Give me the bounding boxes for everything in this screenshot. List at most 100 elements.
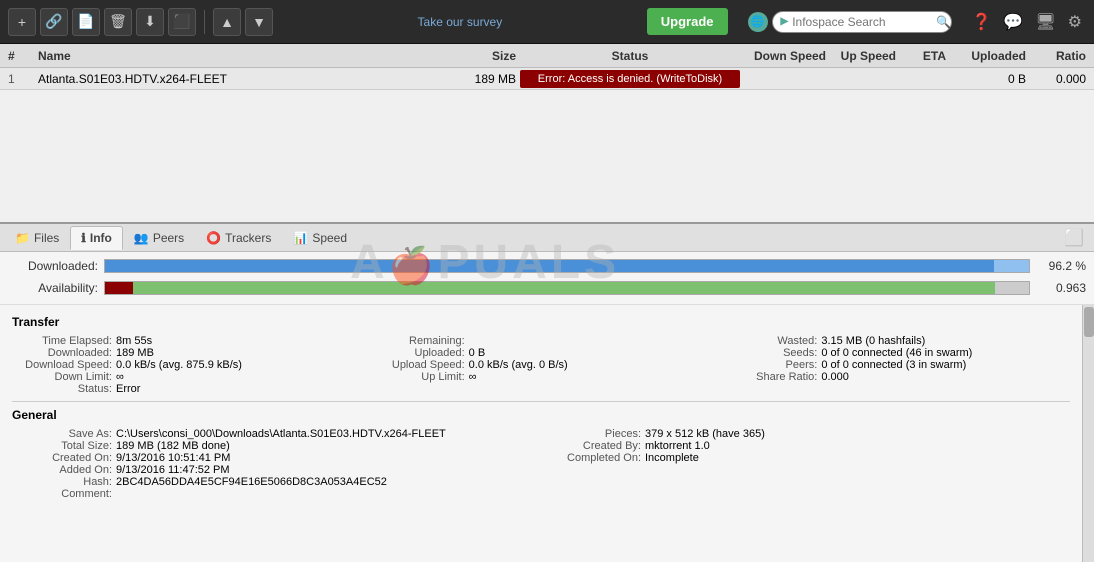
seeds-value: 0 of 0 connected (46 in swarm) [821, 347, 972, 359]
search-input[interactable] [792, 15, 932, 29]
completed-on-label: Completed On: [541, 452, 641, 464]
pause-button[interactable]: ⬛ [168, 8, 196, 36]
help-icon[interactable]: ❓ [968, 8, 996, 36]
tab-peers[interactable]: 👥 Peers [123, 226, 195, 250]
bottom-panel: 📁 Files ℹ Info 👥 Peers ⭕ Trackers 📊 Spee… [0, 224, 1094, 562]
availability-progress-bar [104, 281, 1030, 295]
comment-label: Comment: [12, 488, 112, 500]
col-header-size[interactable]: Size [440, 49, 520, 63]
info-panel-content: Transfer Time Elapsed: 8m 55s Downloaded… [0, 305, 1094, 562]
peers-label: Peers: [717, 359, 817, 371]
transfer-section: Transfer Time Elapsed: 8m 55s Downloaded… [12, 315, 1070, 395]
downloaded-value: 96.2 % [1036, 259, 1086, 273]
tab-files[interactable]: 📁 Files [4, 226, 70, 250]
search-icon[interactable]: 🔍 [936, 15, 951, 29]
col-header-up-speed[interactable]: Up Speed [830, 49, 900, 63]
pieces-label: Pieces: [541, 428, 641, 440]
add-button[interactable]: + [8, 8, 36, 36]
added-on-value: 9/13/2016 11:47:52 PM [116, 464, 230, 476]
down-limit-item: Down Limit: ∞ [12, 371, 365, 383]
tab-info[interactable]: ℹ Info [70, 226, 123, 250]
progress-section: Downloaded: 96.2 % Availability: 0.963 [0, 252, 1094, 305]
save-as-label: Save As: [12, 428, 112, 440]
transfer-title: Transfer [12, 315, 1070, 329]
monitor-icon[interactable]: 🖥 [1031, 8, 1059, 36]
toolbar: + 🔗 📄 🗑 ⬇ ⬛ ▲ ▼ Take our survey Upgrade … [0, 0, 1094, 44]
col-header-name[interactable]: Name [34, 49, 440, 63]
up-button[interactable]: ▲ [213, 8, 241, 36]
wasted-label: Wasted: [717, 335, 817, 347]
transfer-col3: Wasted: 3.15 MB (0 hashfails) Seeds: 0 o… [717, 335, 1070, 395]
created-on-label: Created On: [12, 452, 112, 464]
downloaded-progress-row: Downloaded: 96.2 % [8, 256, 1086, 276]
up-limit-item: Up Limit: ∞ [365, 371, 718, 383]
settings-icon[interactable]: ⚙ [1064, 8, 1086, 36]
save-as-value: C:\Users\consi_000\Downloads\Atlanta.S01… [116, 428, 446, 440]
chat-icon[interactable]: 💬 [999, 8, 1027, 36]
torrent-ratio: 0.000 [1030, 72, 1090, 86]
wasted-item: Wasted: 3.15 MB (0 hashfails) [717, 335, 1070, 347]
remaining-label: Remaining: [365, 335, 465, 347]
scroll-handle[interactable] [1084, 307, 1094, 337]
torrent-size: 189 MB [440, 72, 520, 86]
time-elapsed-item: Time Elapsed: 8m 55s [12, 335, 365, 347]
scrollbar[interactable] [1082, 305, 1094, 562]
tab-speed-label: Speed [312, 231, 347, 245]
col-header-ratio[interactable]: Ratio [1030, 49, 1090, 63]
col-header-uploaded[interactable]: Uploaded [950, 49, 1030, 63]
uploaded-value: 0 B [469, 347, 486, 359]
tab-speed[interactable]: 📊 Speed [282, 226, 358, 250]
remove-button[interactable]: 🗑 [104, 8, 132, 36]
comment-item: Comment: [12, 488, 541, 500]
added-on-label: Added On: [12, 464, 112, 476]
general-title: General [12, 408, 1070, 422]
info-icon: ℹ [81, 231, 86, 245]
upgrade-button[interactable]: Upgrade [647, 8, 728, 35]
peers-icon: 👥 [134, 231, 149, 245]
transfer-col2: Remaining: Uploaded: 0 B Upload Speed: 0… [365, 335, 718, 395]
survey-link[interactable]: Take our survey [418, 15, 503, 29]
availability-progress-row: Availability: 0.963 [8, 278, 1086, 298]
share-ratio-item: Share Ratio: 0.000 [717, 371, 1070, 383]
col-header-num[interactable]: # [4, 49, 34, 63]
download-button[interactable]: ⬇ [136, 8, 164, 36]
total-size-label: Total Size: [12, 440, 112, 452]
general-col1: Save As: C:\Users\consi_000\Downloads\At… [12, 428, 541, 500]
transfer-col1: Time Elapsed: 8m 55s Downloaded: 189 MB … [12, 335, 365, 395]
downloaded-progress-fill [105, 260, 994, 272]
table-header: # Name Size Status Down Speed Up Speed E… [0, 44, 1094, 68]
search-logo-text: ▶ [781, 16, 789, 27]
added-on-item: Added On: 9/13/2016 11:47:52 PM [12, 464, 541, 476]
hash-value: 2BC4DA56DDA4E5CF94E16E5066D8C3A053A4EC52 [116, 476, 387, 488]
share-ratio-value: 0.000 [821, 371, 849, 383]
add-link-button[interactable]: 🔗 [40, 8, 68, 36]
general-col2: Pieces: 379 x 512 kB (have 365) Created … [541, 428, 1070, 500]
expand-panel-button[interactable]: ⬜ [1058, 226, 1090, 250]
seeds-item: Seeds: 0 of 0 connected (46 in swarm) [717, 347, 1070, 359]
downloaded-value2: 189 MB [116, 347, 154, 359]
up-limit-label: Up Limit: [365, 371, 465, 383]
peers-item: Peers: 0 of 0 connected (3 in swarm) [717, 359, 1070, 371]
share-ratio-label: Share Ratio: [717, 371, 817, 383]
status-label: Status: [12, 383, 112, 395]
download-speed-item: Download Speed: 0.0 kB/s (avg. 875.9 kB/… [12, 359, 365, 371]
upload-speed-item: Upload Speed: 0.0 kB/s (avg. 0 B/s) [365, 359, 718, 371]
add-file-button[interactable]: 📄 [72, 8, 100, 36]
save-as-item: Save As: C:\Users\consi_000\Downloads\At… [12, 428, 541, 440]
col-header-status[interactable]: Status [520, 49, 740, 63]
down-limit-label: Down Limit: [12, 371, 112, 383]
section-divider [12, 401, 1070, 402]
tab-trackers[interactable]: ⭕ Trackers [195, 226, 282, 250]
table-row[interactable]: 1 Atlanta.S01E03.HDTV.x264-FLEET 189 MB … [0, 68, 1094, 90]
hash-item: Hash: 2BC4DA56DDA4E5CF94E16E5066D8C3A053… [12, 476, 541, 488]
tab-files-label: Files [34, 231, 59, 245]
toolbar-separator [204, 10, 205, 34]
ul-speed-label: Upload Speed: [365, 359, 465, 371]
col-header-down-speed[interactable]: Down Speed [740, 49, 830, 63]
col-header-eta[interactable]: ETA [900, 49, 950, 63]
downloaded-item: Downloaded: 189 MB [12, 347, 365, 359]
down-button[interactable]: ▼ [245, 8, 273, 36]
ul-speed-value: 0.0 kB/s (avg. 0 B/s) [469, 359, 568, 371]
peers-value: 0 of 0 connected (3 in swarm) [821, 359, 966, 371]
uploaded-label: Uploaded: [365, 347, 465, 359]
